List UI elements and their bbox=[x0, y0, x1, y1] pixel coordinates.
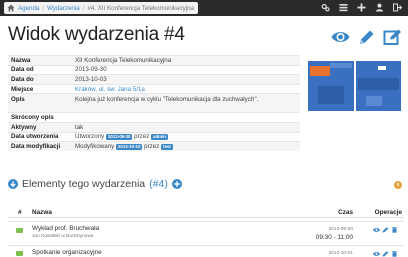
pencil-icon[interactable] bbox=[357, 29, 376, 45]
modified-prefix: Modyfikowany bbox=[75, 143, 115, 151]
row-name[interactable]: Wykład prof. Bruchwała bbox=[32, 225, 99, 232]
description-label: Opis bbox=[8, 93, 72, 113]
name-label: Nazwa bbox=[8, 55, 72, 66]
delete-icon[interactable] bbox=[391, 227, 398, 233]
breadcrumb-agenda[interactable]: Agenda bbox=[18, 5, 39, 12]
table-row: Spotkanie organizacyjne 2013-10-01 bbox=[8, 245, 404, 257]
breadcrumb-separator: / bbox=[42, 4, 45, 12]
breadcrumb-separator: / bbox=[82, 4, 85, 12]
created-user-badge: admin bbox=[151, 133, 168, 140]
gear-icon[interactable] bbox=[321, 3, 330, 12]
name-value: XII Konferencja Telekomunikacyjna bbox=[72, 55, 300, 66]
view-icon[interactable] bbox=[373, 251, 380, 257]
edit-icon[interactable] bbox=[383, 29, 402, 45]
active-label: Aktywny bbox=[8, 121, 72, 133]
edit-icon[interactable] bbox=[382, 227, 389, 233]
breadcrumb-events[interactable]: Wydarzenia bbox=[47, 5, 80, 12]
row-subtitle: Jan Kowalski w Bursztynowa bbox=[32, 234, 94, 239]
col-time: Czas bbox=[338, 209, 353, 216]
event-details-table: Nazwa XII Konferencja Telekomunikacyjna … bbox=[8, 55, 300, 152]
place-link[interactable]: Kraków, ul. św. Jana 5/1a bbox=[75, 86, 145, 93]
modified-label: Data modyfikacji bbox=[8, 141, 72, 152]
plus-circle-icon[interactable] bbox=[171, 179, 182, 189]
table-row: Wykład prof. Bruchwała Jan Kowalski w Bu… bbox=[8, 221, 404, 245]
place-label: Miejsce bbox=[8, 83, 72, 94]
section-title: Elementy tego wydarzenia bbox=[22, 178, 146, 190]
modified-date-badge: 2013-10-10 bbox=[115, 143, 143, 150]
location-map-thumbnails[interactable] bbox=[306, 56, 403, 114]
arrow-down-circle-icon[interactable] bbox=[8, 179, 18, 189]
date-to-value: 2013-10-03 bbox=[72, 74, 300, 85]
created-by-text: przez bbox=[134, 133, 150, 141]
col-number: # bbox=[18, 209, 22, 216]
short-description-label: Skrócony opis bbox=[8, 112, 72, 123]
date-from-value: 2013-09-30 bbox=[72, 64, 300, 75]
section-header: Elementy tego wydarzenia (#4) bbox=[8, 178, 182, 190]
top-navbar: Agenda / Wydarzenia / #4. XII Konferencj… bbox=[0, 0, 408, 16]
count-badge: 0 bbox=[394, 181, 402, 189]
short-description-value bbox=[72, 112, 300, 123]
plus-icon[interactable] bbox=[357, 3, 366, 12]
row-name[interactable]: Spotkanie organizacyjne bbox=[32, 249, 102, 256]
row-date: 2013-09-30 bbox=[328, 227, 353, 232]
list-icon[interactable] bbox=[339, 3, 348, 12]
logout-icon[interactable] bbox=[393, 3, 403, 12]
modified-by-text: przez bbox=[144, 143, 160, 151]
event-icon bbox=[16, 251, 23, 256]
row-date: 2013-10-01 bbox=[328, 251, 353, 256]
col-name: Nazwa bbox=[32, 209, 52, 216]
created-date-badge: 2013-09-30 bbox=[105, 133, 133, 140]
date-from-label: Data od bbox=[8, 64, 72, 75]
breadcrumb: Agenda / Wydarzenia / #4. XII Konferencj… bbox=[4, 2, 198, 14]
active-value: tak bbox=[72, 121, 300, 133]
col-operations: Operacje bbox=[374, 209, 402, 216]
date-to-label: Data do bbox=[8, 74, 72, 85]
view-icon[interactable] bbox=[373, 227, 380, 233]
user-icon[interactable] bbox=[375, 3, 384, 12]
page-title: Widok wydarzenia #4 bbox=[8, 24, 185, 45]
breadcrumb-current: #4. XII Konferencja Telekomunikacyjna bbox=[87, 4, 194, 12]
home-icon[interactable] bbox=[7, 4, 15, 12]
description-value: Kolejna już konferencja w cyklu "Telekom… bbox=[72, 93, 300, 113]
created-label: Data utworzenia bbox=[8, 131, 72, 142]
delete-icon[interactable] bbox=[391, 251, 398, 257]
edit-icon[interactable] bbox=[382, 251, 389, 257]
created-prefix: Utworzony bbox=[75, 133, 105, 141]
eye-icon[interactable] bbox=[331, 29, 350, 45]
event-icon bbox=[16, 228, 23, 233]
row-time: 09:30 - 11:00 bbox=[315, 234, 353, 241]
elements-table-header: # Nazwa Czas Operacje bbox=[8, 209, 404, 218]
section-count: (#4) bbox=[149, 178, 168, 190]
modified-user-badge: test bbox=[161, 143, 173, 150]
